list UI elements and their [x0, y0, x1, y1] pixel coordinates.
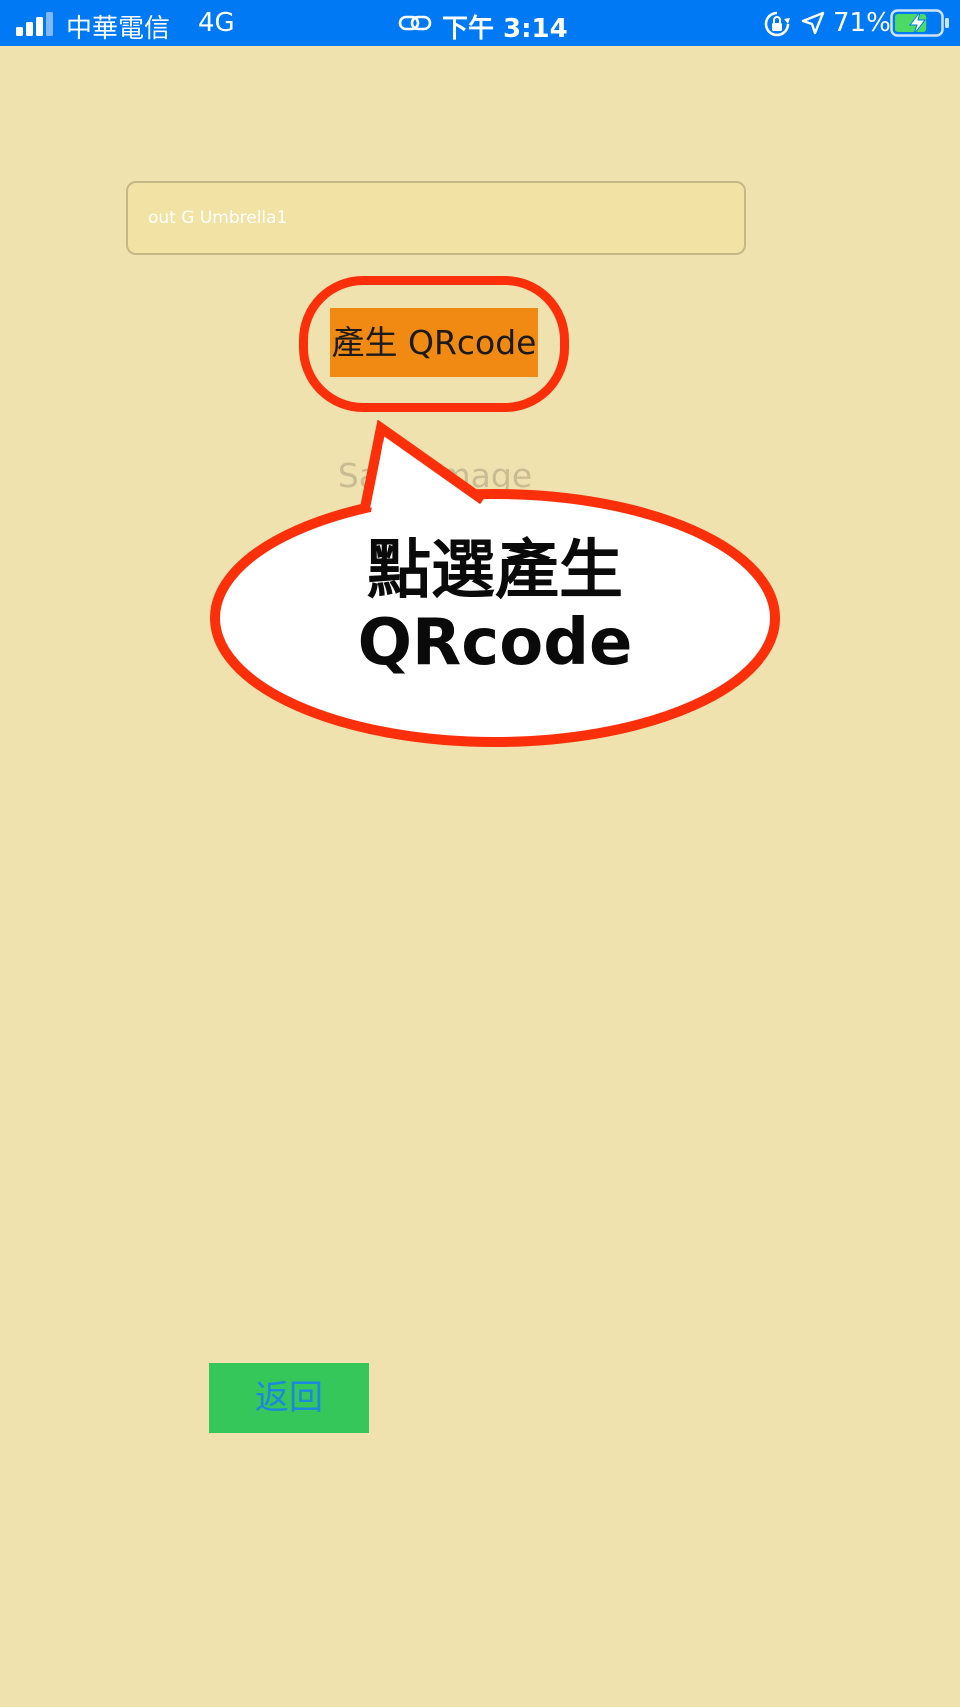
- status-bar: 中華電信 4G 下午 3:14 71%: [0, 0, 960, 46]
- carrier-name: 中華電信: [66, 14, 171, 44]
- item-name-input[interactable]: [126, 181, 746, 255]
- back-button[interactable]: 返回: [209, 1363, 369, 1433]
- battery-charging-icon: [890, 9, 949, 37]
- network-type: 4G: [198, 8, 235, 38]
- signal-icon: [16, 12, 53, 36]
- clock-time: 下午 3:14: [442, 14, 568, 44]
- callout-line-1: 點選產生: [367, 534, 623, 608]
- battery-percentage: 71%: [833, 8, 891, 38]
- callout-line-2: QRcode: [357, 606, 633, 680]
- rotation-lock-icon: [764, 11, 790, 37]
- link-icon: [398, 15, 432, 31]
- location-arrow-icon: [801, 11, 825, 35]
- highlight-ring: [299, 276, 569, 412]
- callout-text: 點選產生 QRcode: [210, 535, 780, 679]
